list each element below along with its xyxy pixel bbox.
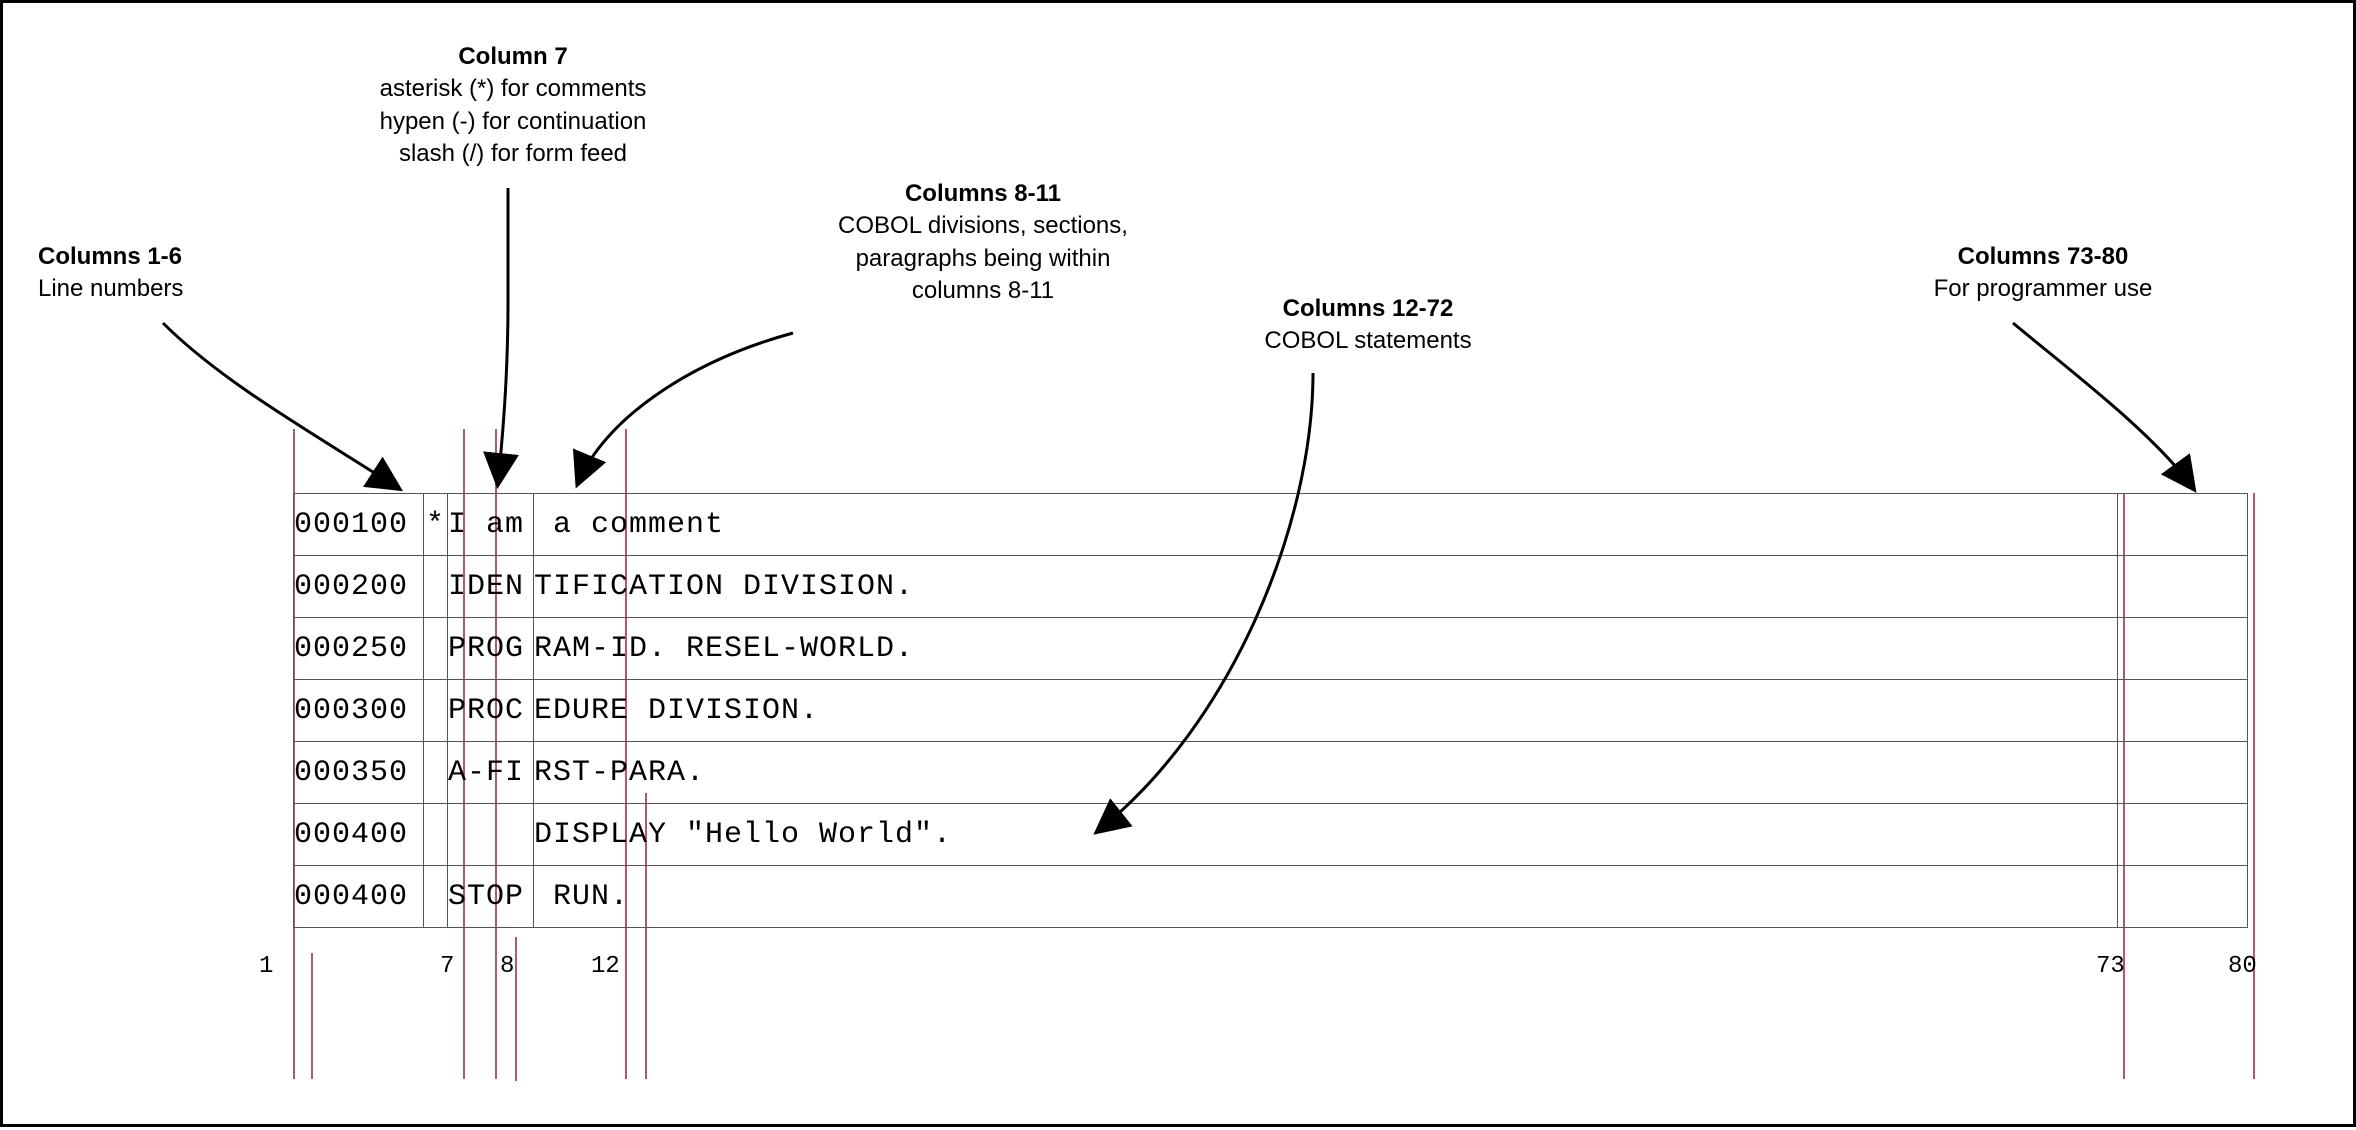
cobol-code-table: 000100*I am a comment000200 IDENTIFICATI…: [293, 493, 2248, 928]
area-b-cell: RUN.: [534, 866, 2118, 928]
area-b-cell: EDURE DIVISION.: [534, 680, 2118, 742]
area-a-cell: IDEN: [448, 556, 534, 618]
code-row: 000300 PROCEDURE DIVISION.: [294, 680, 2248, 742]
line-number-cell: 000400: [294, 804, 424, 866]
ruler-label: 73: [2096, 953, 2125, 980]
indicator-cell: [424, 556, 448, 618]
guide-line: [311, 953, 313, 1079]
area-b-cell: a comment: [534, 494, 2118, 556]
guide-line: [2253, 493, 2255, 1079]
tail-cell: [2118, 556, 2248, 618]
line-number-cell: 000400: [294, 866, 424, 928]
arrow-icon: [163, 323, 398, 488]
annotation-sub: COBOL statements: [1208, 325, 1528, 357]
annotation-cols-12-72: Columns 12-72 COBOL statements: [1208, 293, 1528, 358]
tail-cell: [2118, 494, 2248, 556]
annotation-title: Columns 8-11: [773, 178, 1193, 210]
arrow-icon: [578, 333, 793, 483]
annotation-cols-8-11: Columns 8-11 COBOL divisions, sections, …: [773, 178, 1193, 308]
indicator-cell: [424, 680, 448, 742]
tail-cell: [2118, 742, 2248, 804]
tail-cell: [2118, 804, 2248, 866]
tail-cell: [2118, 618, 2248, 680]
annotation-sub: Line numbers: [38, 273, 288, 305]
ruler-label: 80: [2228, 953, 2257, 980]
ruler-label: 12: [591, 953, 620, 980]
ruler-label: 8: [500, 953, 514, 980]
annotation-title: Column 7: [313, 41, 713, 73]
area-a-cell: STOP: [448, 866, 534, 928]
line-number-cell: 000350: [294, 742, 424, 804]
annotation-sub: hypen (-) for continuation: [313, 106, 713, 138]
tail-cell: [2118, 866, 2248, 928]
area-a-cell: PROG: [448, 618, 534, 680]
annotation-sub: columns 8-11: [773, 275, 1193, 307]
annotation-sub: paragraphs being within: [773, 243, 1193, 275]
annotation-title: Columns 12-72: [1208, 293, 1528, 325]
annotation-title: Columns 1-6: [38, 241, 288, 273]
annotation-sub: COBOL divisions, sections,: [773, 210, 1193, 242]
code-row: 000250 PROGRAM-ID. RESEL-WORLD.: [294, 618, 2248, 680]
line-number-cell: 000300: [294, 680, 424, 742]
area-a-cell: A-FI: [448, 742, 534, 804]
code-row: 000200 IDENTIFICATION DIVISION.: [294, 556, 2248, 618]
arrow-icon: [498, 188, 508, 483]
line-number-cell: 000100: [294, 494, 424, 556]
area-b-cell: DISPLAY "Hello World".: [534, 804, 2118, 866]
indicator-cell: [424, 866, 448, 928]
diagram-frame: Columns 1-6 Line numbers Column 7 asteri…: [0, 0, 2356, 1127]
annotation-col-7: Column 7 asterisk (*) for comments hypen…: [313, 41, 713, 171]
arrow-icon: [2013, 323, 2193, 488]
indicator-cell: [424, 742, 448, 804]
code-row: 000350 A-FIRST-PARA.: [294, 742, 2248, 804]
area-a-cell: PROC: [448, 680, 534, 742]
area-a-cell: I am: [448, 494, 534, 556]
annotation-title: Columns 73-80: [1883, 241, 2203, 273]
annotation-cols-1-6: Columns 1-6 Line numbers: [38, 241, 288, 306]
ruler-label: 1: [259, 953, 273, 980]
code-row: 000400 DISPLAY "Hello World".: [294, 804, 2248, 866]
annotation-sub: For programmer use: [1883, 273, 2203, 305]
line-number-cell: 000200: [294, 556, 424, 618]
guide-line: [515, 937, 517, 1081]
code-row: 000100*I am a comment: [294, 494, 2248, 556]
indicator-cell: *: [424, 494, 448, 556]
ruler-label: 7: [440, 953, 454, 980]
area-b-cell: RAM-ID. RESEL-WORLD.: [534, 618, 2118, 680]
line-number-cell: 000250: [294, 618, 424, 680]
annotation-cols-73-80: Columns 73-80 For programmer use: [1883, 241, 2203, 306]
annotation-sub: asterisk (*) for comments: [313, 73, 713, 105]
indicator-cell: [424, 618, 448, 680]
area-b-cell: TIFICATION DIVISION.: [534, 556, 2118, 618]
area-a-cell: [448, 804, 534, 866]
annotation-sub: slash (/) for form feed: [313, 138, 713, 170]
indicator-cell: [424, 804, 448, 866]
area-b-cell: RST-PARA.: [534, 742, 2118, 804]
tail-cell: [2118, 680, 2248, 742]
code-row: 000400 STOP RUN.: [294, 866, 2248, 928]
